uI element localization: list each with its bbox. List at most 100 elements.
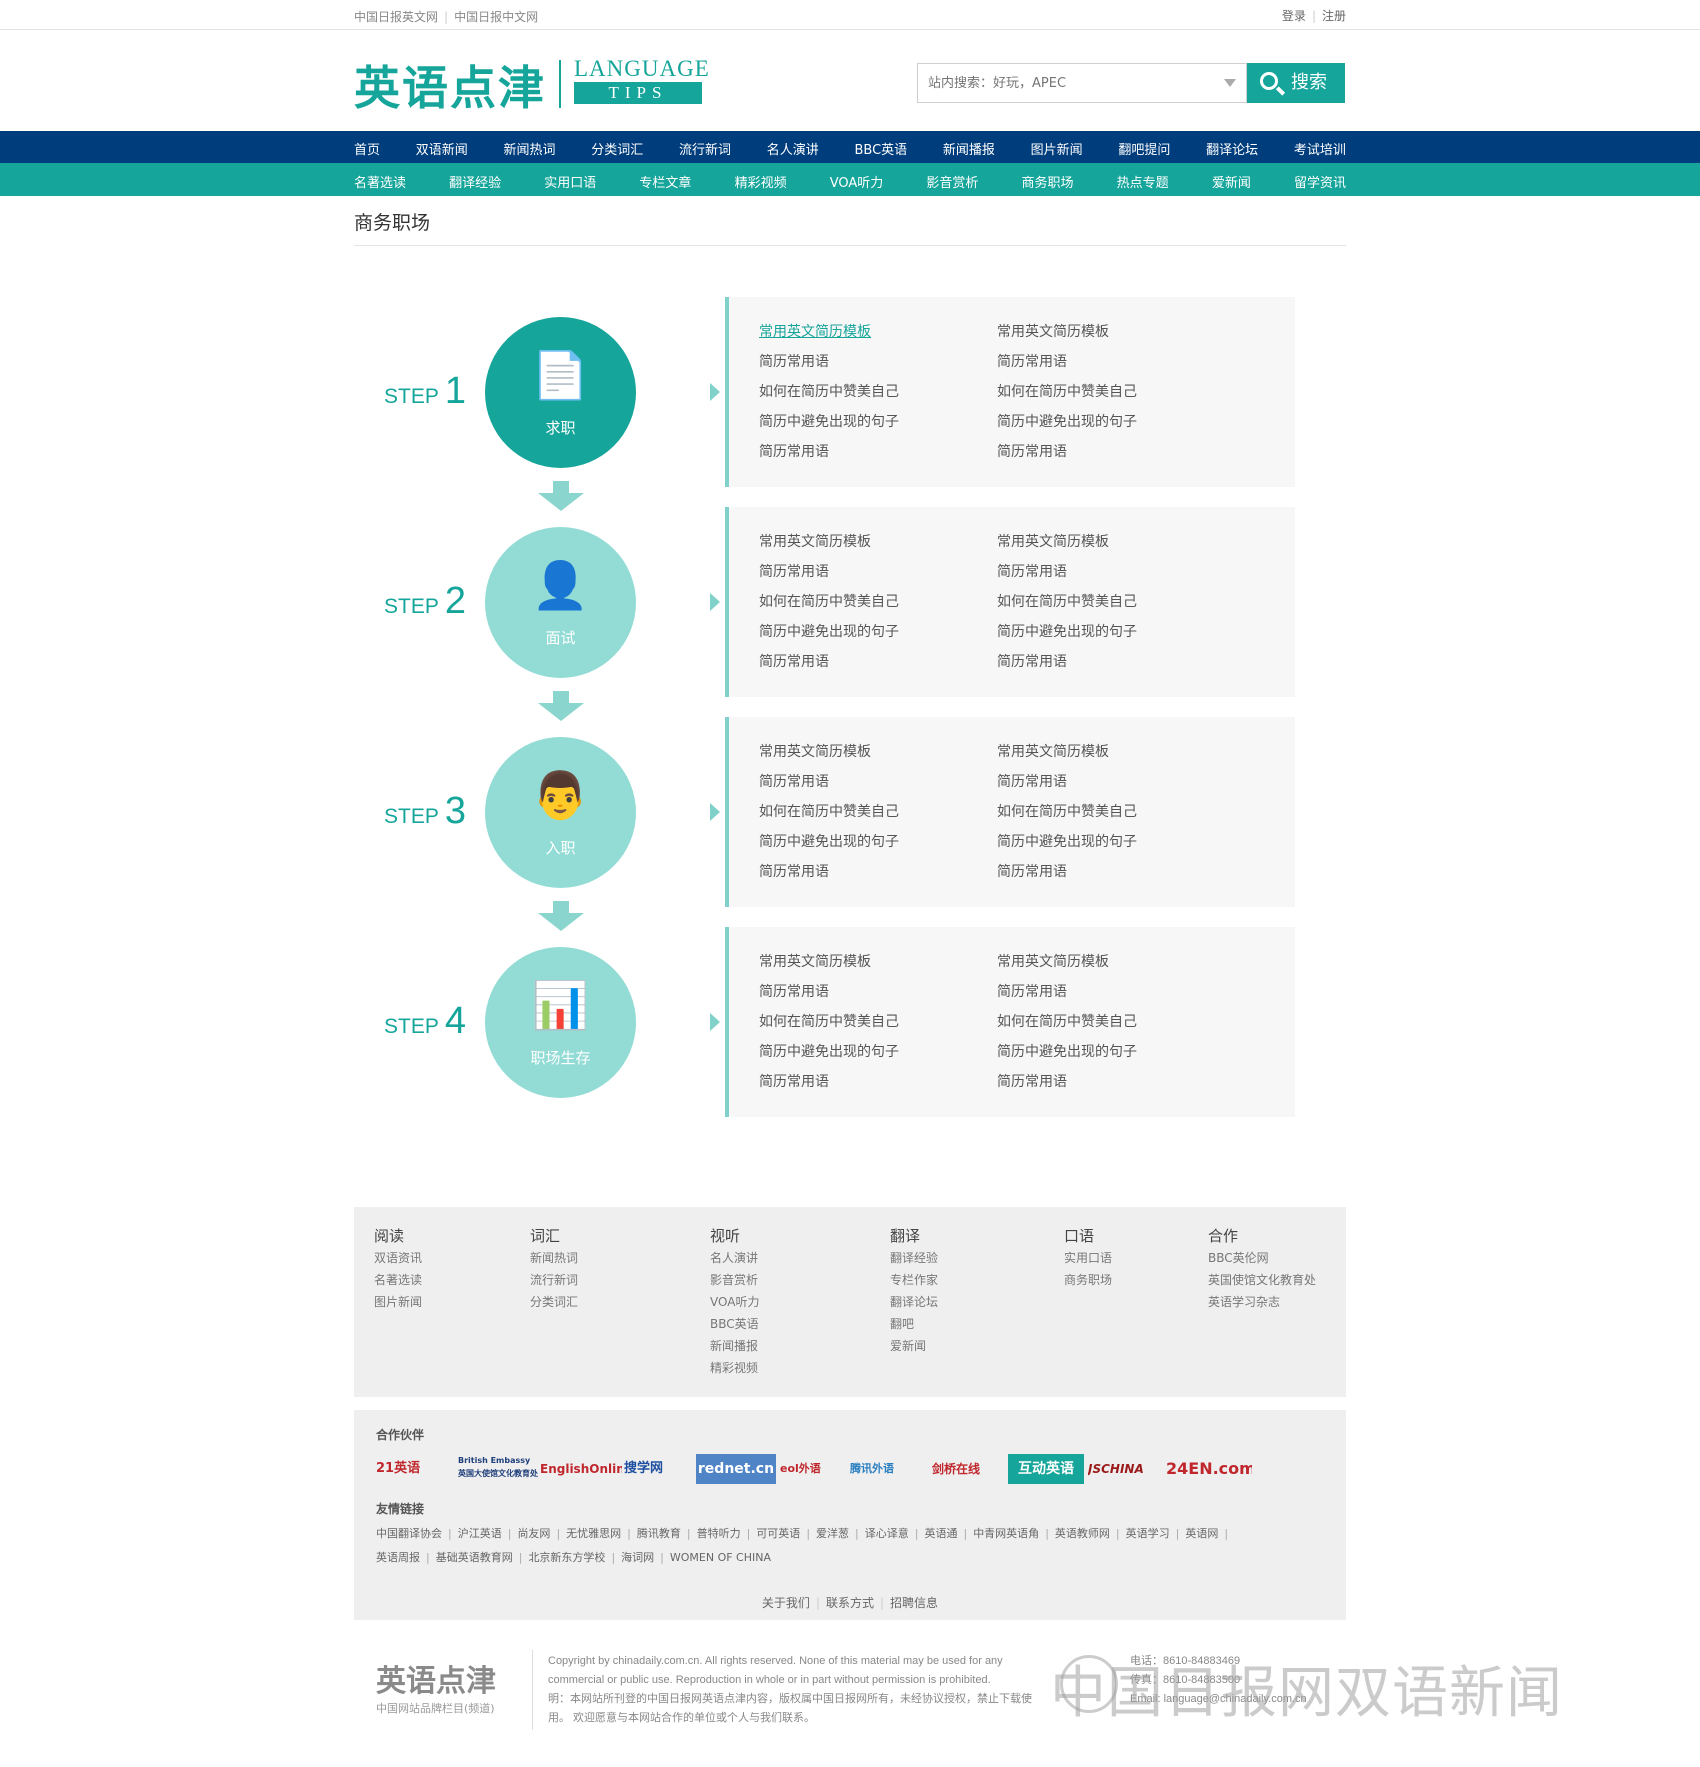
nav-item[interactable]: 考试培训	[1294, 139, 1346, 158]
footer-link[interactable]: 爱新闻	[890, 1335, 938, 1357]
panel-link[interactable]: 简历中避免出现的句子	[997, 617, 1137, 647]
panel-link[interactable]: 简历常用语	[997, 977, 1137, 1007]
subnav-item[interactable]: 翻译经验	[449, 172, 501, 191]
panel-link[interactable]: 常用英文简历模板	[759, 737, 899, 767]
panel-link[interactable]: 常用英文简历模板	[997, 947, 1137, 977]
jobs-link[interactable]: 招聘信息	[890, 1596, 938, 1610]
friend-link[interactable]: 英语周报	[376, 1551, 420, 1564]
footer-link[interactable]: 双语资讯	[374, 1247, 422, 1269]
panel-link[interactable]: 如何在简历中赞美自己	[759, 797, 899, 827]
footer-link[interactable]: 翻译论坛	[890, 1291, 938, 1313]
subnav-item[interactable]: 专栏文章	[639, 172, 691, 191]
footer-link[interactable]: 翻吧	[890, 1313, 938, 1335]
step-circle[interactable]: 👤 面试	[485, 527, 636, 678]
login-link[interactable]: 登录	[1282, 9, 1306, 23]
footer-link[interactable]: 翻译经验	[890, 1247, 938, 1269]
panel-link[interactable]: 简历常用语	[759, 647, 899, 677]
footer-link[interactable]: 商务职场	[1064, 1269, 1112, 1291]
panel-link[interactable]: 简历常用语	[997, 557, 1137, 587]
panel-link[interactable]: 简历中避免出现的句子	[759, 617, 899, 647]
partner-logo[interactable]: British Embassy 英国大使馆文化教育处	[458, 1454, 538, 1484]
search-input[interactable]	[928, 65, 1218, 101]
footer-link[interactable]: 专栏作家	[890, 1269, 938, 1291]
subnav-item[interactable]: 精彩视频	[735, 172, 787, 191]
chinadaily-cn-link[interactable]: 中国日报中文网	[454, 10, 538, 24]
panel-link[interactable]: 如何在简历中赞美自己	[759, 1007, 899, 1037]
nav-item[interactable]: 分类词汇	[591, 139, 643, 158]
search-button[interactable]: 搜索	[1247, 63, 1345, 103]
subnav-item[interactable]: 爱新闻	[1212, 172, 1251, 191]
friend-link[interactable]: 北京新东方学校	[528, 1551, 605, 1564]
friend-link[interactable]: 沪江英语	[458, 1527, 502, 1540]
panel-link[interactable]: 常用英文简历模板	[759, 317, 899, 347]
partner-logo[interactable]: 21英语	[376, 1454, 456, 1484]
friend-link[interactable]: 无忧雅思网	[566, 1527, 621, 1540]
nav-item[interactable]: 新闻热词	[504, 139, 556, 158]
step-circle[interactable]: 👨 入职	[485, 737, 636, 888]
panel-link[interactable]: 简历常用语	[997, 767, 1137, 797]
panel-link[interactable]: 简历常用语	[997, 347, 1137, 377]
panel-link[interactable]: 常用英文简历模板	[997, 317, 1137, 347]
nav-item[interactable]: 图片新闻	[1031, 139, 1083, 158]
subnav-item[interactable]: VOA听力	[830, 172, 884, 191]
nav-item[interactable]: 流行新词	[679, 139, 731, 158]
panel-link[interactable]: 如何在简历中赞美自己	[997, 587, 1137, 617]
footer-link[interactable]: BBC英伦网	[1208, 1247, 1316, 1269]
footer-link[interactable]: 英语学习杂志	[1208, 1291, 1316, 1313]
friend-link[interactable]: 英语网	[1185, 1527, 1218, 1540]
nav-item[interactable]: BBC英语	[855, 139, 908, 158]
panel-link[interactable]: 简历常用语	[759, 977, 899, 1007]
footer-link[interactable]: 名人演讲	[710, 1247, 759, 1269]
step-circle[interactable]: 📊 职场生存	[485, 947, 636, 1098]
nav-item[interactable]: 双语新闻	[416, 139, 468, 158]
subnav-item[interactable]: 热点专题	[1117, 172, 1169, 191]
panel-link[interactable]: 简历常用语	[759, 767, 899, 797]
partner-logo[interactable]: 剑桥在线	[932, 1454, 1006, 1484]
register-link[interactable]: 注册	[1322, 9, 1346, 23]
panel-link[interactable]: 如何在简历中赞美自己	[997, 377, 1137, 407]
chinadaily-en-link[interactable]: 中国日报英文网	[354, 10, 438, 24]
friend-link[interactable]: 中青网英语角	[973, 1527, 1039, 1540]
panel-link[interactable]: 简历中避免出现的句子	[997, 1037, 1137, 1067]
friend-link[interactable]: 尚友网	[517, 1527, 550, 1540]
footer-link[interactable]: 新闻播报	[710, 1335, 759, 1357]
panel-link[interactable]: 简历中避免出现的句子	[759, 827, 899, 857]
panel-link[interactable]: 简历常用语	[997, 647, 1137, 677]
panel-link[interactable]: 常用英文简历模板	[759, 947, 899, 977]
friend-link[interactable]: 译心译意	[865, 1527, 909, 1540]
partner-logo[interactable]: rednet.cn	[696, 1454, 776, 1484]
panel-link[interactable]: 如何在简历中赞美自己	[759, 377, 899, 407]
nav-item[interactable]: 首页	[354, 139, 380, 158]
panel-link[interactable]: 简历中避免出现的句子	[759, 407, 899, 437]
nav-item[interactable]: 名人演讲	[767, 139, 819, 158]
footer-link[interactable]: 新闻热词	[530, 1247, 578, 1269]
panel-link[interactable]: 简历常用语	[759, 857, 899, 887]
footer-link[interactable]: 流行新词	[530, 1269, 578, 1291]
panel-link[interactable]: 如何在简历中赞美自己	[997, 797, 1137, 827]
footer-link[interactable]: 名著选读	[374, 1269, 422, 1291]
friend-link[interactable]: 海词网	[621, 1551, 654, 1564]
panel-link[interactable]: 常用英文简历模板	[997, 737, 1137, 767]
panel-link[interactable]: 简历常用语	[997, 1067, 1137, 1097]
friend-link[interactable]: 腾讯教育	[637, 1527, 681, 1540]
footer-link[interactable]: 图片新闻	[374, 1291, 422, 1313]
footer-link[interactable]: 分类词汇	[530, 1291, 578, 1313]
footer-link[interactable]: 实用口语	[1064, 1247, 1112, 1269]
panel-link[interactable]: 如何在简历中赞美自己	[759, 587, 899, 617]
chevron-down-icon[interactable]	[1224, 79, 1236, 87]
partner-logo[interactable]: eol外语	[780, 1454, 844, 1484]
panel-link[interactable]: 如何在简历中赞美自己	[997, 1007, 1137, 1037]
friend-link[interactable]: 英语学习	[1126, 1527, 1170, 1540]
subnav-item[interactable]: 留学资讯	[1294, 172, 1346, 191]
panel-link[interactable]: 简历常用语	[759, 557, 899, 587]
step-circle[interactable]: 📄 求职	[485, 317, 636, 468]
footer-link[interactable]: 精彩视频	[710, 1357, 759, 1379]
partner-logo[interactable]: 腾讯外语	[850, 1454, 930, 1484]
partner-logo[interactable]: JSCHINA	[1088, 1454, 1162, 1484]
friend-link[interactable]: 英语通	[924, 1527, 957, 1540]
footer-link[interactable]: VOA听力	[710, 1291, 759, 1313]
friend-link[interactable]: 英语教师网	[1055, 1527, 1110, 1540]
contact-link[interactable]: 联系方式	[826, 1596, 874, 1610]
friend-link[interactable]: 可可英语	[756, 1527, 800, 1540]
subnav-item[interactable]: 名著选读	[354, 172, 406, 191]
